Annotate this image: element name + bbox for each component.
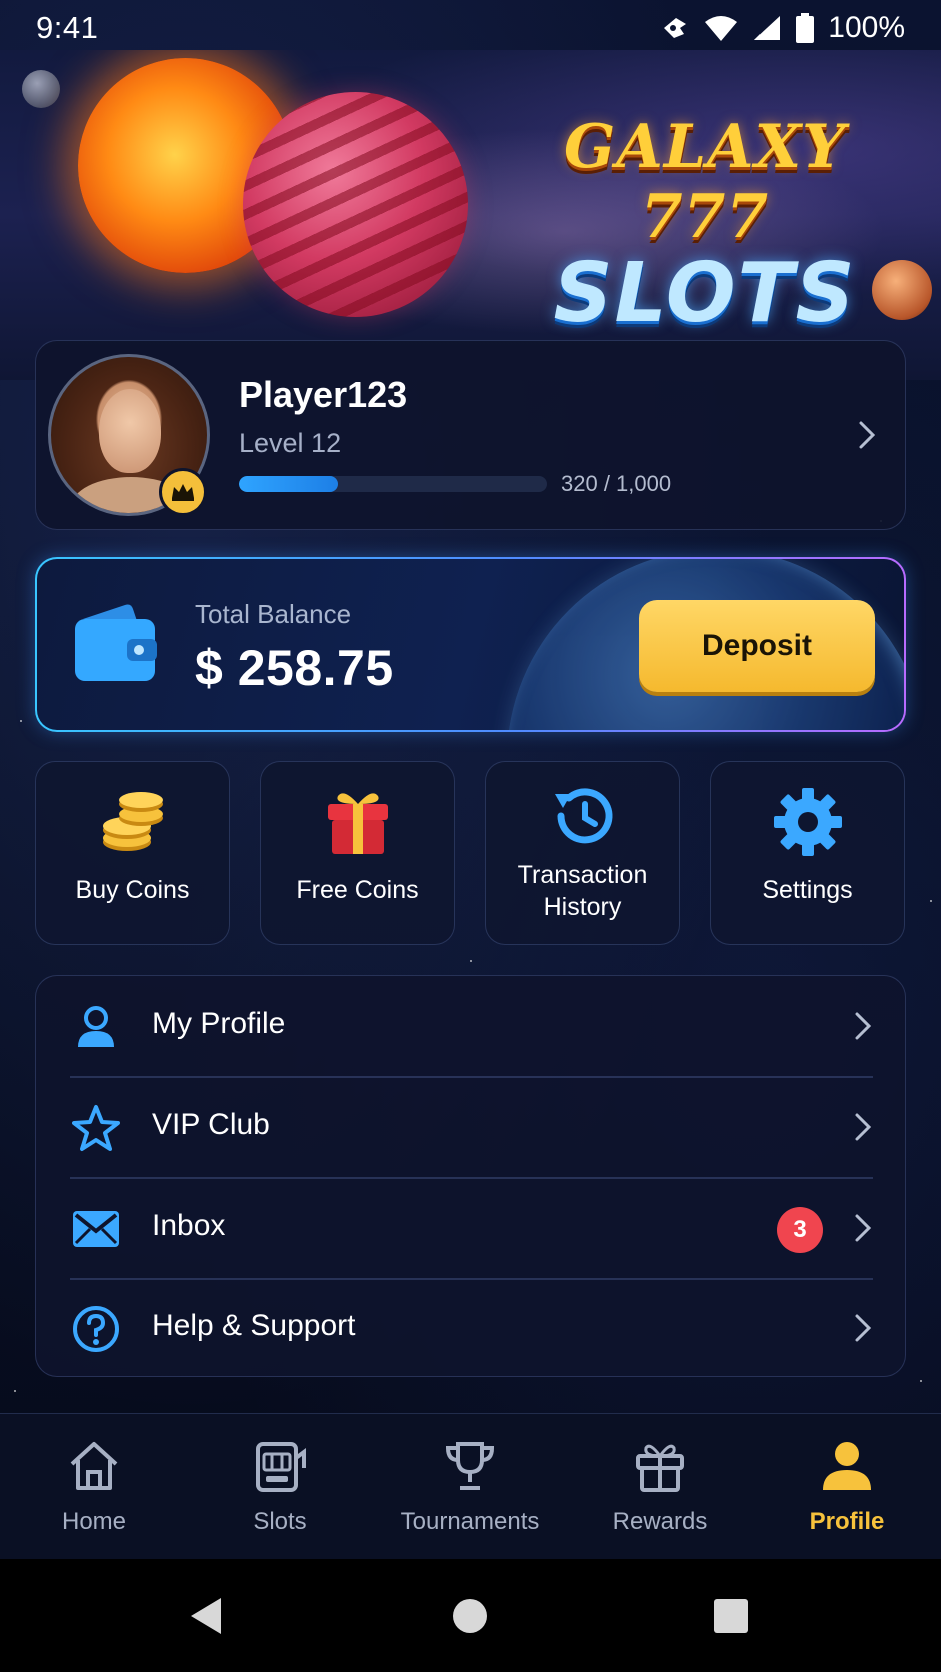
nav-item-slots[interactable]: Slots bbox=[186, 1414, 374, 1560]
coins-icon bbox=[36, 786, 229, 858]
tile-label: Free Coins bbox=[296, 876, 419, 904]
user-icon bbox=[71, 1002, 121, 1052]
player-name: Player123 bbox=[239, 374, 408, 415]
player-level: Level 12 bbox=[239, 428, 342, 458]
planet-graphic bbox=[243, 92, 468, 317]
nav-item-rewards[interactable]: Rewards bbox=[566, 1414, 754, 1560]
unread-badge: 3 bbox=[777, 1207, 823, 1253]
history-icon bbox=[486, 780, 679, 852]
status-bar: 9:41 100% bbox=[0, 0, 941, 56]
menu-item-label: Help & Support bbox=[152, 1309, 356, 1342]
menu-item-inbox[interactable]: Inbox 3 bbox=[36, 1178, 905, 1278]
balance-card: Total Balance $ 258.75 Deposit bbox=[35, 557, 906, 732]
gear-icon bbox=[711, 786, 904, 858]
battery-icon bbox=[796, 13, 815, 43]
balance-value: $ 258.75 bbox=[195, 640, 394, 696]
balance-label: Total Balance bbox=[195, 599, 352, 629]
bottom-nav: Home Slots Tournaments Rewards Profile bbox=[0, 1413, 941, 1559]
free-coins-button[interactable]: Free Coins bbox=[260, 761, 455, 945]
gift-icon bbox=[566, 1438, 754, 1494]
chevron-right-icon bbox=[857, 419, 877, 456]
xp-text: 320 / 1,000 bbox=[561, 471, 672, 496]
chevron-right-icon bbox=[853, 1010, 873, 1047]
chevron-right-icon bbox=[853, 1212, 873, 1249]
nav-label: Profile bbox=[809, 1508, 885, 1535]
nav-label: Rewards bbox=[612, 1508, 708, 1535]
deposit-button[interactable]: Deposit bbox=[639, 600, 875, 692]
back-icon[interactable] bbox=[147, 1559, 267, 1672]
help-icon bbox=[71, 1304, 121, 1354]
chevron-right-icon bbox=[853, 1111, 873, 1148]
nav-label: Home bbox=[61, 1508, 127, 1535]
transaction-history-button[interactable]: Transaction History bbox=[485, 761, 680, 945]
xp-progress-bar bbox=[239, 476, 547, 492]
wifi-icon bbox=[704, 14, 738, 42]
star-icon bbox=[71, 1103, 121, 1153]
menu-list: My Profile VIP Club Inbox 3 Help & Suppo… bbox=[35, 975, 906, 1377]
cellular-signal-icon bbox=[752, 14, 782, 42]
crown-icon bbox=[159, 468, 207, 516]
slot-machine-icon bbox=[186, 1438, 374, 1494]
menu-item-vip-club[interactable]: VIP Club bbox=[36, 1077, 905, 1177]
logo-subtitle: SLOTS bbox=[553, 246, 857, 341]
menu-item-help-support[interactable]: Help & Support bbox=[36, 1278, 905, 1378]
tile-label: Buy Coins bbox=[75, 876, 190, 904]
nav-label: Slots bbox=[253, 1508, 307, 1535]
trophy-icon bbox=[376, 1438, 564, 1494]
home-circle-icon[interactable] bbox=[410, 1559, 530, 1672]
settings-button[interactable]: Settings bbox=[710, 761, 905, 945]
wallet-icon bbox=[73, 601, 159, 690]
battery-percent: 100% bbox=[828, 11, 905, 44]
tile-label: Settings bbox=[762, 876, 853, 904]
mail-icon bbox=[71, 1204, 121, 1254]
xp-progress-fill bbox=[239, 476, 338, 492]
app-logo: GALAXY 777 SLOTS bbox=[505, 112, 905, 341]
nav-item-profile[interactable]: Profile bbox=[753, 1414, 941, 1560]
nav-item-tournaments[interactable]: Tournaments bbox=[376, 1414, 564, 1560]
notification-icon bbox=[660, 14, 690, 42]
profile-card[interactable]: Player123 Level 12 320 / 1,000 bbox=[35, 340, 906, 530]
hero-banner: GALAXY 777 SLOTS bbox=[0, 50, 941, 380]
user-icon bbox=[753, 1438, 941, 1494]
system-nav-bar bbox=[0, 1559, 941, 1672]
menu-item-label: Inbox bbox=[152, 1209, 226, 1242]
tile-label: Transaction History bbox=[517, 861, 648, 921]
buy-coins-button[interactable]: Buy Coins bbox=[35, 761, 230, 945]
home-icon bbox=[0, 1438, 188, 1494]
nav-label: Tournaments bbox=[400, 1508, 540, 1535]
menu-item-label: My Profile bbox=[152, 1007, 286, 1040]
recents-icon[interactable] bbox=[671, 1559, 791, 1672]
logo-title: GALAXY 777 bbox=[564, 112, 846, 252]
status-icons: 100% bbox=[660, 11, 905, 45]
moon-graphic bbox=[22, 70, 60, 108]
chevron-right-icon bbox=[853, 1312, 873, 1349]
menu-item-label: VIP Club bbox=[152, 1108, 270, 1141]
gift-icon bbox=[261, 786, 454, 858]
status-time: 9:41 bbox=[36, 10, 99, 45]
menu-item-my-profile[interactable]: My Profile bbox=[36, 976, 905, 1076]
nav-item-home[interactable]: Home bbox=[0, 1414, 188, 1560]
